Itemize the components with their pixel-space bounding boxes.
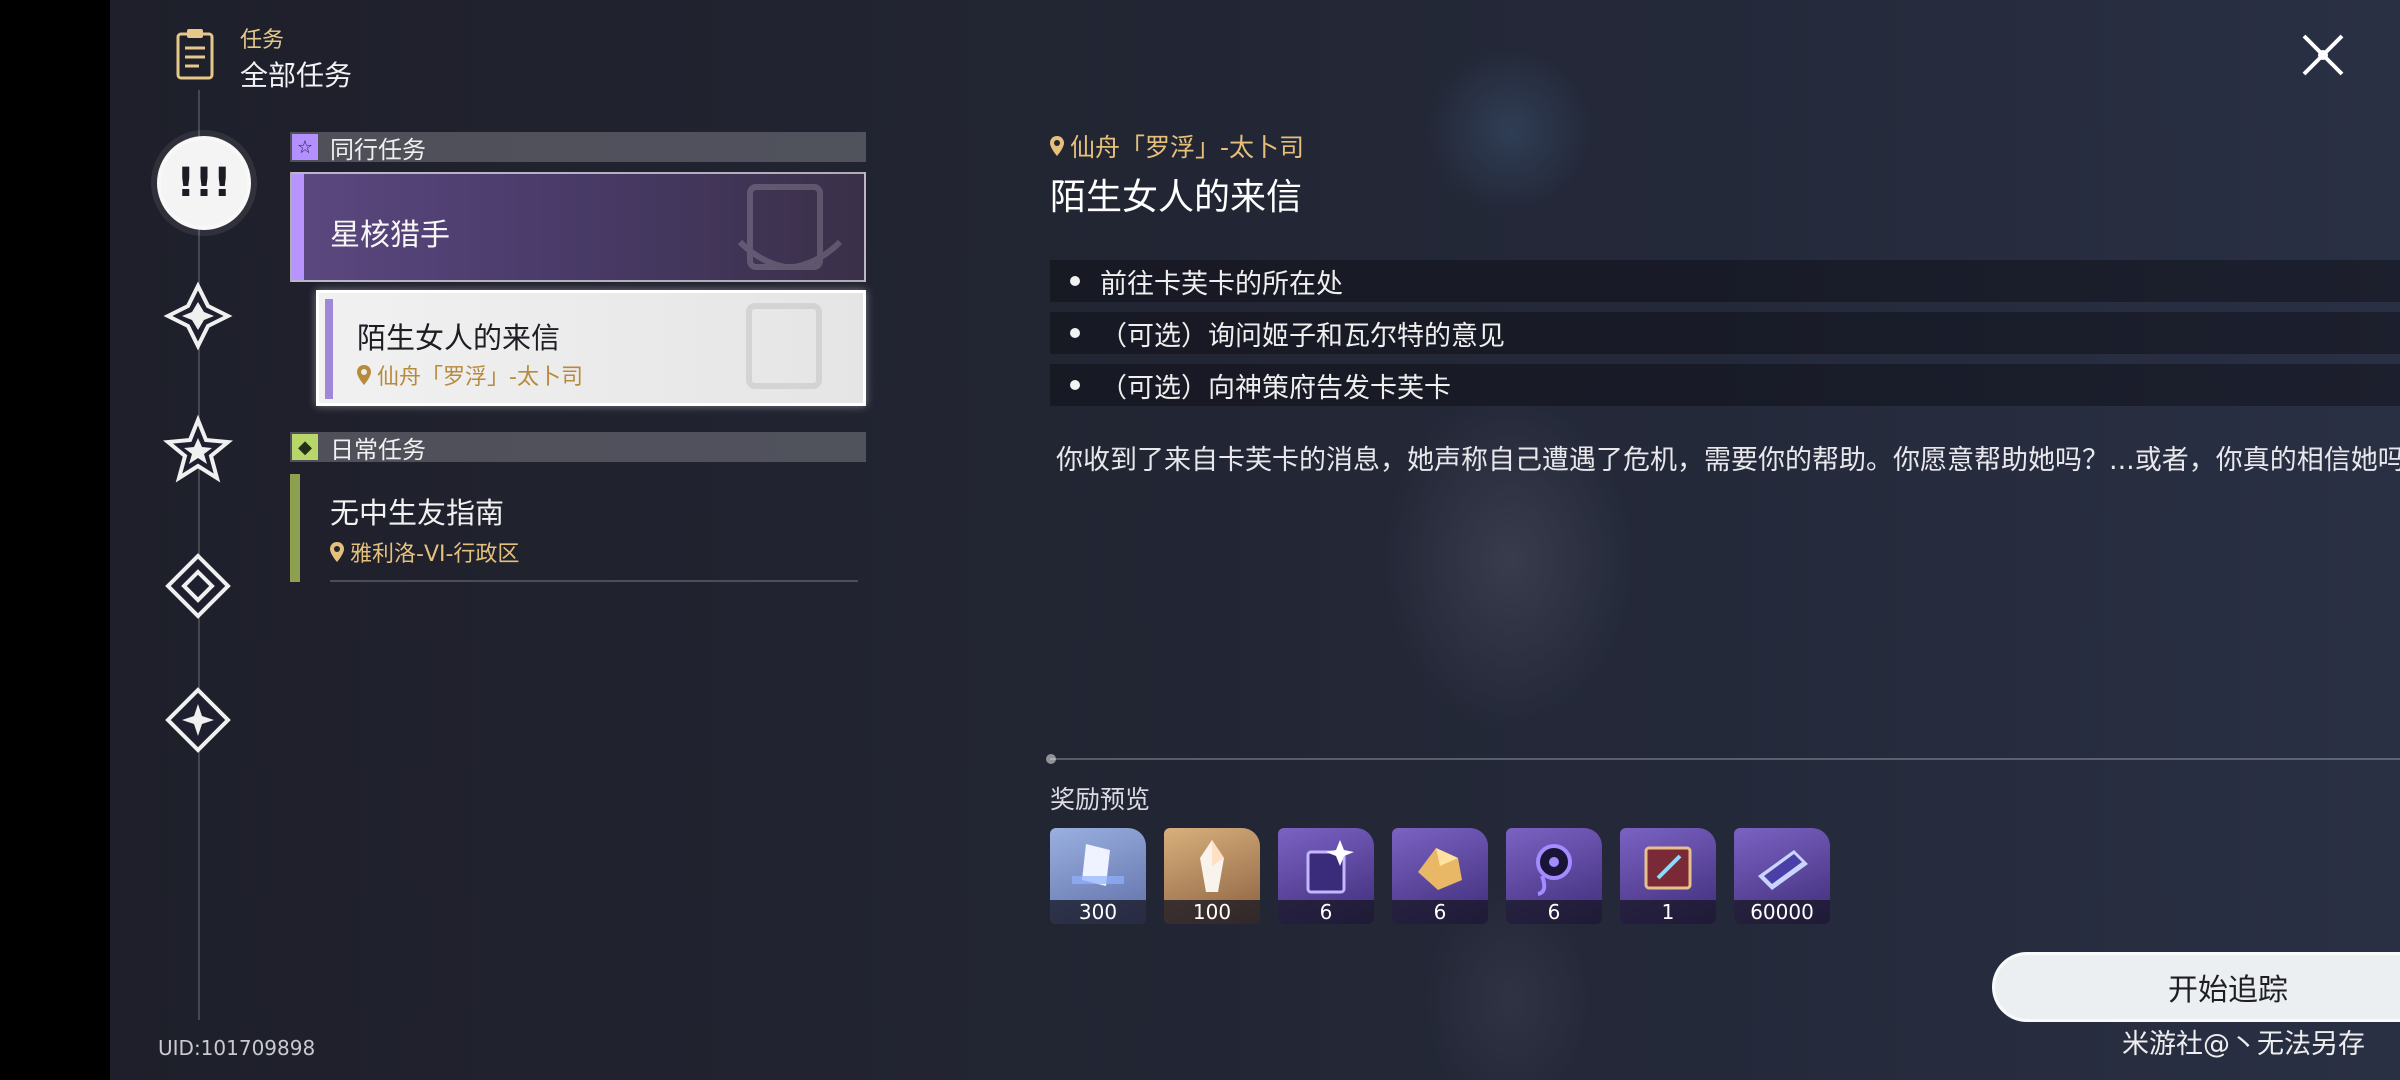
mission-title: 陌生女人的来信: [357, 321, 561, 355]
gold-ore-icon: [1418, 848, 1462, 890]
reward-item[interactable]: 60000: [1734, 828, 1830, 924]
reward-count: 1: [1620, 900, 1716, 924]
detail-location: 仙舟「罗浮」-太卜司: [1050, 128, 1304, 164]
start-tracking-button[interactable]: 开始追踪: [1992, 952, 2400, 1022]
close-icon[interactable]: [2298, 30, 2348, 80]
book-icon: [1306, 840, 1354, 894]
reward-count: 60000: [1734, 900, 1830, 924]
bullet-icon: [1070, 276, 1080, 286]
divider: [330, 580, 858, 582]
location-pin-icon: [357, 365, 371, 385]
mission-location: 仙舟「罗浮」-太卜司: [357, 359, 583, 391]
reward-preview-label: 奖励预览: [1050, 785, 1151, 814]
location-pin-icon: [330, 542, 344, 562]
reward-item[interactable]: 100: [1164, 828, 1260, 924]
crystal-icon: [1200, 840, 1224, 892]
divider-dot: [1046, 754, 1056, 764]
bullet-icon: [1070, 380, 1080, 390]
diamond-icon[interactable]: [162, 550, 234, 622]
header-category: 任务: [240, 28, 285, 53]
reward-count: 6: [1392, 900, 1488, 924]
divider: [1050, 758, 2400, 760]
reward-count: 6: [1278, 900, 1374, 924]
clipboard-icon: [176, 29, 214, 80]
section-companion-missions: ☆ 同行任务: [290, 132, 866, 164]
mission-screen: 任务 全部任务 !!! UID:101709898 ☆ 同行任务 星核猎手 陌生…: [110, 0, 2400, 1080]
page-title: 全部任务: [240, 59, 353, 92]
mission-description: 你收到了来自卡芙卡的消息，她声称自己遭遇了危机，需要你的帮助。你愿意帮助她吗？.…: [1056, 445, 2400, 476]
reward-item[interactable]: 6: [1506, 828, 1602, 924]
star-icon[interactable]: [162, 414, 234, 486]
mission-location-text: 仙舟「罗浮」-太卜司: [377, 365, 583, 390]
tome-icon: [1644, 846, 1692, 890]
watermark: 米游社@丶无法另存: [2122, 1029, 2365, 1060]
section-label: 同行任务: [330, 135, 426, 164]
bullet-icon: [1070, 328, 1080, 338]
star-badge-icon: ☆: [292, 134, 318, 160]
diamond-badge-icon: ◆: [292, 434, 318, 460]
location-pin-icon: [1050, 136, 1064, 156]
mission-item-daily[interactable]: 无中生友指南 雅利洛-VI-行政区: [290, 470, 858, 582]
objective-item: （可选）询问姬子和瓦尔特的意见: [1050, 312, 2400, 354]
reward-count: 300: [1050, 900, 1146, 924]
mission-accent-bar: [325, 299, 333, 399]
objective-text: （可选）询问姬子和瓦尔特的意见: [1100, 320, 1505, 352]
detail-title: 陌生女人的来信: [1050, 177, 1303, 218]
mission-group-title: 星核猎手: [330, 218, 450, 253]
credit-icon: [1758, 850, 1808, 890]
uid-label: UID:101709898: [158, 1036, 316, 1060]
emblem-icon: [746, 303, 822, 389]
reward-item[interactable]: 300: [1050, 828, 1146, 924]
mission-title: 无中生友指南: [330, 496, 505, 530]
exp-material-icon: [1072, 844, 1124, 886]
diamond-sparkle-icon[interactable]: [162, 684, 234, 756]
relic-icon: [1536, 844, 1572, 896]
reward-count: 6: [1506, 900, 1602, 924]
mission-accent-bar: [290, 474, 300, 582]
section-daily-missions: ◆ 日常任务: [290, 432, 866, 464]
reward-list: 300 100 6 6 6 1 60000: [1050, 828, 1830, 924]
reward-item[interactable]: 6: [1278, 828, 1374, 924]
mission-group-stellaron-hunters[interactable]: 星核猎手: [290, 172, 866, 282]
exclamation-icon: !!!: [176, 160, 232, 206]
category-exclamation[interactable]: !!!: [157, 136, 251, 230]
emblem-icon: [737, 184, 843, 270]
mission-location: 雅利洛-VI-行政区: [330, 536, 519, 568]
mission-location-text: 雅利洛-VI-行政区: [350, 542, 520, 567]
detail-location-text: 仙舟「罗浮」-太卜司: [1070, 133, 1305, 162]
objective-text: （可选）向神策府告发卡芙卡: [1100, 372, 1451, 404]
diamond-star-icon[interactable]: [162, 280, 234, 352]
section-label: 日常任务: [330, 435, 426, 464]
objective-text: 前往卡芙卡的所在处: [1100, 268, 1343, 300]
reward-item[interactable]: 6: [1392, 828, 1488, 924]
reward-item[interactable]: 1: [1620, 828, 1716, 924]
objective-item: （可选）向神策府告发卡芙卡: [1050, 364, 2400, 406]
reward-count: 100: [1164, 900, 1260, 924]
mission-item-selected[interactable]: 陌生女人的来信 仙舟「罗浮」-太卜司: [316, 290, 866, 406]
objective-item: 前往卡芙卡的所在处: [1050, 260, 2400, 302]
mission-accent-bar: [292, 174, 304, 280]
